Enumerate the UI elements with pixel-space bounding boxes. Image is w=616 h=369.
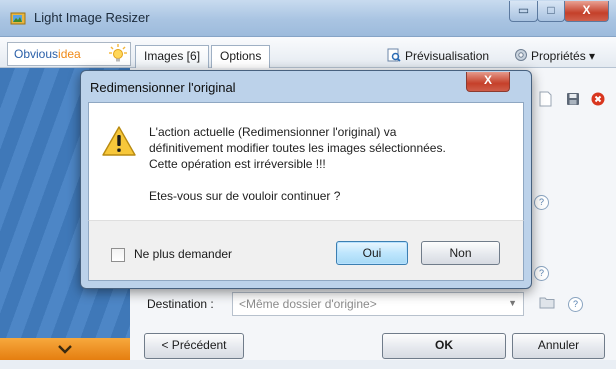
no-button[interactable]: Non [421, 241, 500, 265]
close-button[interactable]: X [564, 1, 609, 22]
save-icon[interactable] [566, 92, 580, 106]
properties-icon[interactable] [514, 48, 528, 62]
dont-ask-checkbox[interactable] [111, 248, 125, 262]
confirm-dialog: Redimensionner l'original X L'action act… [80, 70, 532, 289]
folder-image-icon [10, 12, 26, 25]
dont-ask-label[interactable]: Ne plus demander [134, 247, 232, 261]
properties-menu[interactable]: Propriétés ▾ [531, 49, 595, 63]
dialog-message-line: Cette opération est irréversible !!! [149, 157, 326, 171]
delete-icon[interactable] [591, 92, 605, 106]
logo-part-2: idea [58, 47, 81, 61]
maximize-button[interactable]: □ [537, 1, 565, 22]
dialog-question: Etes-vous sur de vouloir continuer ? [149, 189, 341, 203]
minimize-button[interactable]: ▭ [509, 1, 538, 22]
destination-value: <Même dossier d'origine> [239, 297, 377, 311]
dialog-body: L'action actuelle (Redimensionner l'orig… [88, 102, 524, 221]
folder-icon[interactable] [539, 296, 555, 309]
dialog-footer: Ne plus demander Oui Non [88, 220, 524, 281]
destination-label: Destination : [147, 297, 214, 311]
tab-options[interactable]: Options [211, 45, 271, 68]
help-icon[interactable]: ? [568, 297, 583, 312]
tab-bar: Obviousidea Images [6] Options Prévisual… [0, 37, 616, 68]
dialog-title: Redimensionner l'original [90, 80, 236, 95]
preview-link[interactable]: Prévisualisation [405, 49, 489, 63]
chevron-down-icon: ▼ [508, 298, 517, 308]
dialog-message-line: définitivement modifier toutes les image… [149, 141, 446, 155]
dialog-close-button[interactable]: X [466, 72, 510, 92]
app-title: Light Image Resizer [34, 10, 150, 25]
logo-text: Obviousidea [14, 47, 81, 61]
dialog-message-line: L'action actuelle (Redimensionner l'orig… [149, 125, 397, 139]
document-icon[interactable] [539, 91, 552, 107]
preview-icon[interactable] [387, 48, 401, 62]
logo-part-1: Obvious [14, 47, 59, 61]
title-bar: Light Image Resizer ▭ □ X [0, 0, 616, 37]
help-icon[interactable]: ? [534, 195, 549, 210]
tab-images[interactable]: Images [6] [135, 45, 210, 68]
sidebar-toggle[interactable] [0, 338, 130, 360]
bulb-icon [109, 44, 127, 62]
cancel-button[interactable]: Annuler [512, 333, 605, 359]
chevron-down-icon [58, 345, 72, 354]
yes-button[interactable]: Oui [336, 241, 408, 265]
help-icon[interactable]: ? [534, 266, 549, 281]
ok-button[interactable]: OK [382, 333, 506, 359]
logo: Obviousidea [7, 42, 131, 66]
destination-combo[interactable]: <Même dossier d'origine> ▼ [232, 292, 524, 316]
warning-icon [102, 126, 136, 156]
previous-button[interactable]: < Précédent [144, 333, 244, 359]
